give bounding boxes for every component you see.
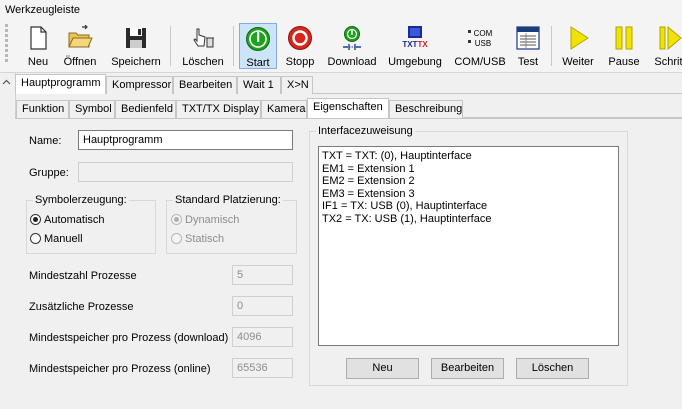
continue-button[interactable]: Weiter (558, 23, 598, 69)
stop-button[interactable]: Stopp (281, 23, 319, 69)
tab-beschreibung[interactable]: Beschreibung (389, 100, 463, 118)
download-button[interactable]: Download (326, 23, 378, 69)
delete-tool-button[interactable]: Löschen (180, 23, 226, 69)
list-item[interactable]: EM3 = Extension 3 (322, 188, 615, 201)
interface-edit-button[interactable]: Bearbeiten (431, 358, 504, 379)
list-item[interactable]: TXT = TXT: (0), Hauptinterface (322, 150, 615, 163)
interface-list[interactable]: TXT = TXT: (0), Hauptinterface EM1 = Ext… (318, 146, 619, 346)
com-usb-icon: COM USB (468, 29, 493, 48)
toolbar-grip-handle[interactable] (3, 24, 11, 68)
extra-processes-label: Zusätzliche Prozesse (29, 301, 134, 313)
save-button[interactable]: Speichern (110, 23, 162, 69)
toolbar-separator (170, 26, 171, 66)
tab-x-gt-n[interactable]: X>N (281, 76, 313, 94)
svg-text:COM: COM (474, 29, 493, 38)
symbol-generation-group: Symbolerzeugung: (26, 194, 156, 254)
tab-bearbeiten[interactable]: Bearbeiten (173, 76, 237, 94)
window-title: Werkzeugleiste (5, 4, 80, 16)
svg-text:TXTTX: TXTTX (402, 40, 428, 49)
radio-checked-icon (30, 214, 41, 225)
download-icon (343, 26, 361, 50)
name-field[interactable] (78, 130, 293, 150)
tab-eigenschaften[interactable]: Eigenschaften (307, 98, 389, 118)
new-button[interactable]: Neu (23, 23, 53, 69)
min-memory-download-field: 4096 (232, 327, 293, 347)
start-button[interactable]: Start (239, 23, 277, 69)
radio-automatisch[interactable]: Automatisch (30, 214, 105, 226)
play-icon (570, 26, 589, 50)
window-titlebar: Werkzeugleiste (0, 0, 682, 21)
tab-kamera[interactable]: Kamera (261, 100, 307, 118)
radio-manuell[interactable]: Manuell (30, 233, 83, 245)
name-label: Name: (29, 135, 62, 147)
tab-symbol[interactable]: Symbol (69, 100, 115, 118)
pause-button[interactable]: Pause (605, 23, 643, 69)
environment-button[interactable]: TXTTX Umgebung (386, 23, 444, 69)
list-item[interactable]: TX2 = TX: USB (1), Hauptinterface (322, 213, 615, 226)
toolbar-separator (551, 26, 552, 66)
radio-dynamisch: Dynamisch (171, 214, 239, 226)
radio-statisch: Statisch (171, 233, 224, 245)
list-item[interactable]: EM1 = Extension 1 (322, 163, 615, 176)
step-icon (659, 25, 682, 51)
pause-icon (615, 26, 633, 50)
start-icon (246, 27, 270, 51)
min-memory-online-field: 65536 (232, 358, 293, 378)
radio-checked-icon (171, 214, 182, 225)
min-memory-online-label: Mindestspeicher pro Prozess (online) (29, 363, 211, 375)
new-document-icon (30, 26, 47, 50)
environment-icon: TXTTX (402, 26, 428, 49)
com-usb-button[interactable]: COM USB COM/USB (452, 23, 508, 69)
min-processes-field: 5 (232, 265, 293, 285)
toolbar-separator (233, 26, 234, 66)
tab-kompressor[interactable]: Kompressor (106, 76, 173, 94)
test-window-icon (516, 26, 540, 50)
tab-funktion[interactable]: Funktion (16, 100, 69, 118)
svg-text:USB: USB (475, 39, 491, 48)
list-item[interactable]: IF1 = TX: USB (0), Hauptinterface (322, 200, 615, 213)
test-button[interactable]: Test (512, 23, 544, 69)
open-button[interactable]: Öffnen (59, 23, 101, 69)
left-gutter (0, 73, 16, 408)
symbol-generation-title: Symbolerzeugung: (33, 194, 129, 206)
floppy-disk-icon (126, 28, 146, 48)
step-button[interactable]: Schritt (650, 23, 682, 69)
tab-wait-1[interactable]: Wait 1 (237, 76, 281, 94)
delete-pointer-icon (193, 28, 214, 48)
interface-new-button[interactable]: Neu (346, 358, 419, 379)
chevron-up-icon[interactable] (2, 78, 11, 87)
gruppe-label: Gruppe: (29, 167, 69, 179)
interface-assignment-title: Interfacezuweisung (316, 125, 415, 137)
stop-icon (288, 26, 312, 50)
interface-delete-button[interactable]: Löschen (516, 358, 589, 379)
min-processes-label: Mindestzahl Prozesse (29, 270, 137, 282)
default-placement-title: Standard Platzierung: (173, 194, 283, 206)
tab-txt-tx-display[interactable]: TXT/TX Display (176, 100, 261, 118)
extra-processes-field: 0 (232, 296, 293, 316)
tab-bedienfeld[interactable]: Bedienfeld (115, 100, 176, 118)
radio-unchecked-icon (30, 233, 41, 244)
open-folder-icon (68, 25, 93, 48)
gruppe-field (78, 162, 293, 182)
min-memory-download-label: Mindestspeicher pro Prozess (download) (29, 332, 229, 344)
list-item[interactable]: EM2 = Extension 2 (322, 175, 615, 188)
tab-hauptprogramm[interactable]: Hauptprogramm (15, 74, 106, 94)
radio-unchecked-icon (171, 233, 182, 244)
default-placement-group: Standard Platzierung: (166, 194, 297, 254)
